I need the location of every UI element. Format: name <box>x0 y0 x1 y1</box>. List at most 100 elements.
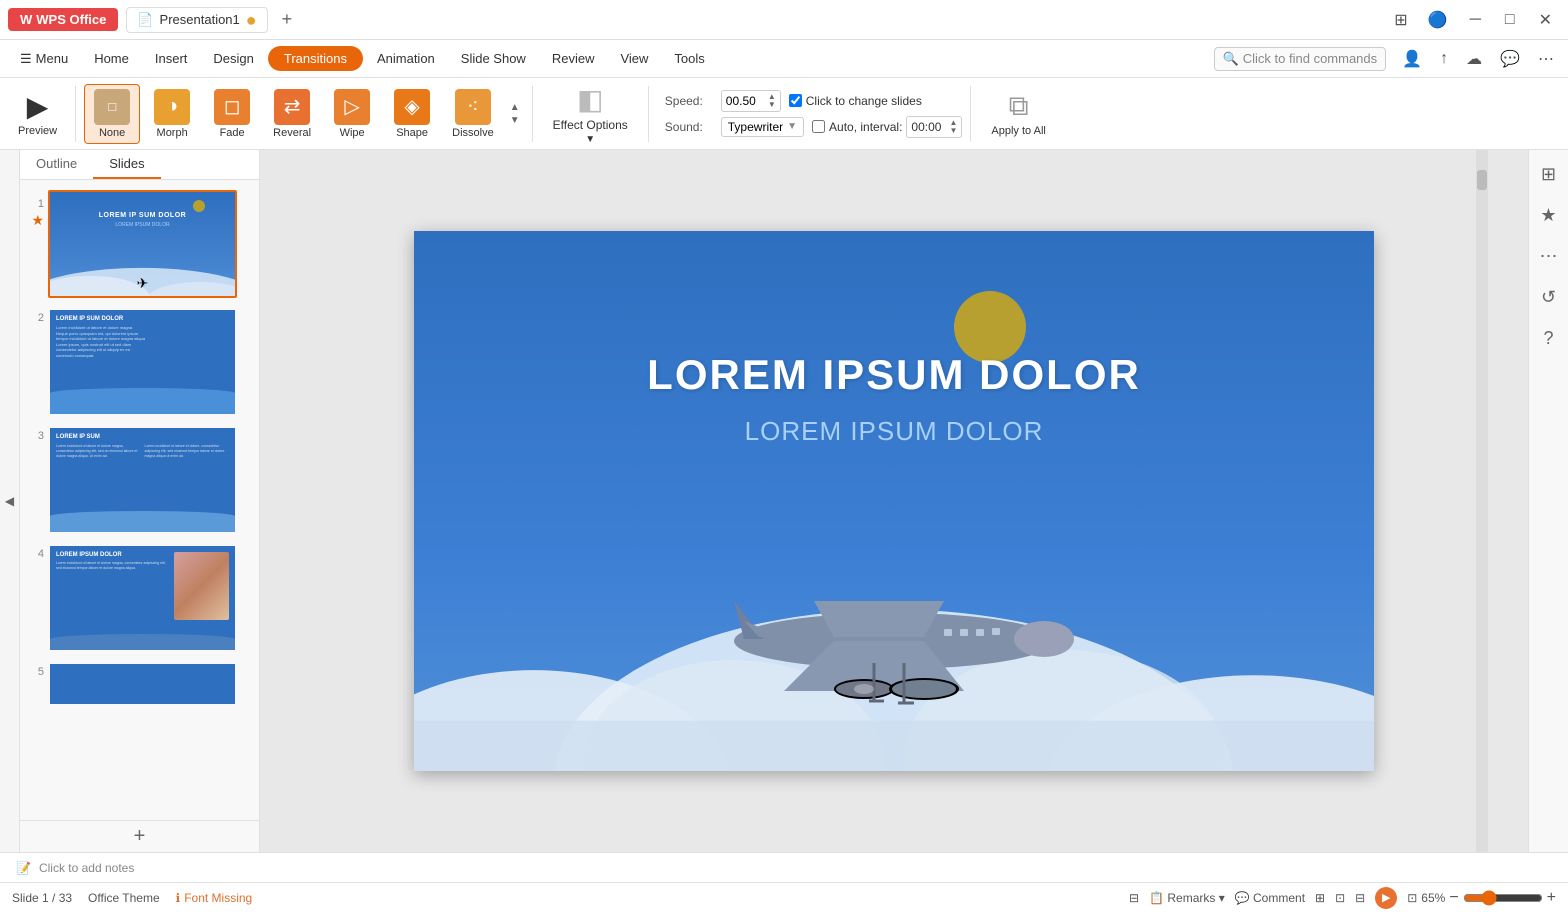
slide-canvas[interactable]: LOREM IPSUM DOLOR LOREM IPSUM DOLOR <box>414 231 1374 771</box>
status-remarks-btn[interactable]: 📋 Remarks ▾ <box>1149 891 1225 905</box>
effect-options-icon: ◧ <box>577 83 603 116</box>
slide-num-3: 3 <box>28 426 44 442</box>
theme-info: Office Theme <box>88 891 160 905</box>
click-to-change-input[interactable] <box>789 94 802 107</box>
transition-morph-button[interactable]: ◑ Morph <box>144 85 200 143</box>
sound-select[interactable]: Typewriter ▼ <box>721 117 804 137</box>
right-panel-icon-3[interactable]: ⋯ <box>1534 240 1564 273</box>
slide4-left: LOREM IPSUM DOLOR Lorem incididunt ut la… <box>56 552 170 644</box>
transition-reveral-icon: ⇄ <box>274 89 310 125</box>
transition-none-label: None <box>99 127 125 139</box>
apply-all-icon: ⧉ <box>1009 90 1029 123</box>
slide-item-3[interactable]: 3 LOREM IP SUM Lorem incididunt ut labor… <box>26 424 253 536</box>
add-slide-button[interactable]: + <box>20 820 259 852</box>
transition-none-icon: □ <box>94 89 130 125</box>
profile-icon[interactable]: 🔵 <box>1422 8 1454 32</box>
notes-bar[interactable]: 📝 Click to add notes <box>0 852 1568 882</box>
slide4-wave <box>50 634 235 650</box>
slide-item-5[interactable]: 5 <box>26 660 253 708</box>
slide-item-2[interactable]: 2 LOREM IP SUM DOLOR Lorem incididunt ut… <box>26 306 253 418</box>
sound-select-arrow: ▼ <box>787 121 797 132</box>
zoom-out-button[interactable]: − <box>1449 889 1458 907</box>
scroll-thumb-v[interactable] <box>1477 170 1487 190</box>
right-panel-icon-5[interactable]: ? <box>1537 322 1559 355</box>
chat-icon[interactable]: 💬 <box>1494 47 1526 71</box>
preview-button[interactable]: ▶ Preview <box>8 86 67 141</box>
add-tab-button[interactable]: + <box>276 9 299 30</box>
menu-animation[interactable]: Animation <box>365 46 447 71</box>
ribbon-sep-2 <box>532 86 533 142</box>
menu-review[interactable]: Review <box>540 46 607 71</box>
slide-panel-tabs: Outline Slides <box>20 150 259 180</box>
ribbon-scroll-up[interactable]: ▲ <box>508 101 522 114</box>
sidebar-toggle[interactable]: ◀ <box>0 150 20 852</box>
menubar: ☰ Menu Home Insert Design Transitions An… <box>0 40 1568 78</box>
font-warning-icon: ℹ <box>176 891 181 905</box>
search-box[interactable]: 🔍 Click to find commands <box>1214 47 1387 71</box>
slide-info: Slide 1 / 33 <box>12 891 72 905</box>
cloud-icon[interactable]: ☁ <box>1460 47 1488 71</box>
zoom-control: ⊡ 65% − + <box>1407 889 1556 907</box>
layout-icon[interactable]: ⊞ <box>1388 8 1413 32</box>
menu-view[interactable]: View <box>608 46 660 71</box>
view-reader-icon[interactable]: ⊟ <box>1355 891 1365 905</box>
apply-all-button[interactable]: ⧉ Apply to All <box>979 86 1057 141</box>
menu-home[interactable]: Home <box>82 46 141 71</box>
slide-thumb-2: LOREM IP SUM DOLOR Lorem incididunt ut l… <box>50 310 235 414</box>
transition-wipe-icon: ▷ <box>334 89 370 125</box>
vertical-scrollbar[interactable] <box>1476 150 1488 852</box>
transition-shape-button[interactable]: ◈ Shape <box>384 85 440 143</box>
close-button[interactable]: ✕ <box>1531 8 1560 32</box>
add-slide-icon: + <box>134 825 146 848</box>
slide1-title: LOREM IP SUM DOLOR <box>99 212 186 219</box>
titlebar: W WPS Office 📄 Presentation1 ● + ⊞ 🔵 ─ □… <box>0 0 1568 40</box>
tab-slides[interactable]: Slides <box>93 150 160 179</box>
menu-design[interactable]: Design <box>201 46 265 71</box>
share-icon[interactable]: 👤 <box>1396 47 1428 71</box>
maximize-button[interactable]: □ <box>1497 9 1523 31</box>
view-normal-icon[interactable]: ⊞ <box>1315 891 1325 905</box>
click-to-change-checkbox[interactable]: Click to change slides <box>789 94 922 108</box>
zoom-slider[interactable] <box>1463 890 1543 906</box>
modified-dot: ● <box>246 11 257 29</box>
view-grid-icon[interactable]: ⊡ <box>1335 891 1345 905</box>
menu-transitions[interactable]: Transitions <box>268 46 363 71</box>
transition-reveral-button[interactable]: ⇄ Reveral <box>264 85 320 143</box>
auto-interval-input[interactable] <box>812 120 825 133</box>
slide4-bg: LOREM IPSUM DOLOR Lorem incididunt ut la… <box>50 546 235 650</box>
ribbon-right-panel: Speed: 00.50 ▲ ▼ Click to change slides … <box>665 90 963 138</box>
right-panel-icon-1[interactable]: ⊞ <box>1535 158 1562 191</box>
transition-dissolve-button[interactable]: ⁖ Dissolve <box>444 85 502 143</box>
right-panel-icon-2[interactable]: ★ <box>1534 199 1562 232</box>
more-icon[interactable]: ⋯ <box>1532 47 1560 71</box>
ribbon-scroll-down[interactable]: ▼ <box>508 114 522 127</box>
transition-wipe-button[interactable]: ▷ Wipe <box>324 85 380 143</box>
menu-hamburger[interactable]: ☰ Menu <box>8 46 80 72</box>
interval-down[interactable]: ▼ <box>949 127 957 135</box>
zoom-in-button[interactable]: + <box>1547 889 1556 907</box>
speed-down[interactable]: ▼ <box>768 101 776 109</box>
file-tab[interactable]: 📄 Presentation1 ● <box>126 7 267 33</box>
menu-tools[interactable]: Tools <box>662 46 716 71</box>
auto-interval-input-field[interactable]: 00:00 ▲ ▼ <box>906 116 962 138</box>
wps-office-button[interactable]: W WPS Office <box>8 8 118 31</box>
status-icon-1[interactable]: ⊟ <box>1129 891 1139 905</box>
menu-insert[interactable]: Insert <box>143 46 200 71</box>
transition-reveral-label: Reveral <box>273 127 311 139</box>
minimize-button[interactable]: ─ <box>1462 9 1489 31</box>
play-button[interactable]: ▶ <box>1375 887 1397 909</box>
transition-none-button[interactable]: □ None <box>84 84 140 144</box>
speed-label: Speed: <box>665 94 713 108</box>
transition-fade-button[interactable]: ◻ Fade <box>204 85 260 143</box>
menu-slideshow[interactable]: Slide Show <box>449 46 538 71</box>
auto-interval-checkbox[interactable]: Auto, interval: 00:00 ▲ ▼ <box>812 116 962 138</box>
tab-outline[interactable]: Outline <box>20 150 93 179</box>
speed-input[interactable]: 00.50 ▲ ▼ <box>721 90 781 112</box>
status-comment-btn[interactable]: 💬 Comment <box>1235 891 1305 905</box>
slide-num-5: 5 <box>28 662 44 678</box>
right-panel-icon-4[interactable]: ↺ <box>1535 281 1562 314</box>
effect-options-button[interactable]: ◧ Effect Options ▼ <box>541 79 640 149</box>
slide-item-4[interactable]: 4 LOREM IPSUM DOLOR Lorem incididunt ut … <box>26 542 253 654</box>
export-icon[interactable]: ↑ <box>1434 48 1454 70</box>
slide-item-1[interactable]: 1 ★ LOREM IP SUM DOLOR LOREM IPSUM DOLOR <box>26 188 253 300</box>
